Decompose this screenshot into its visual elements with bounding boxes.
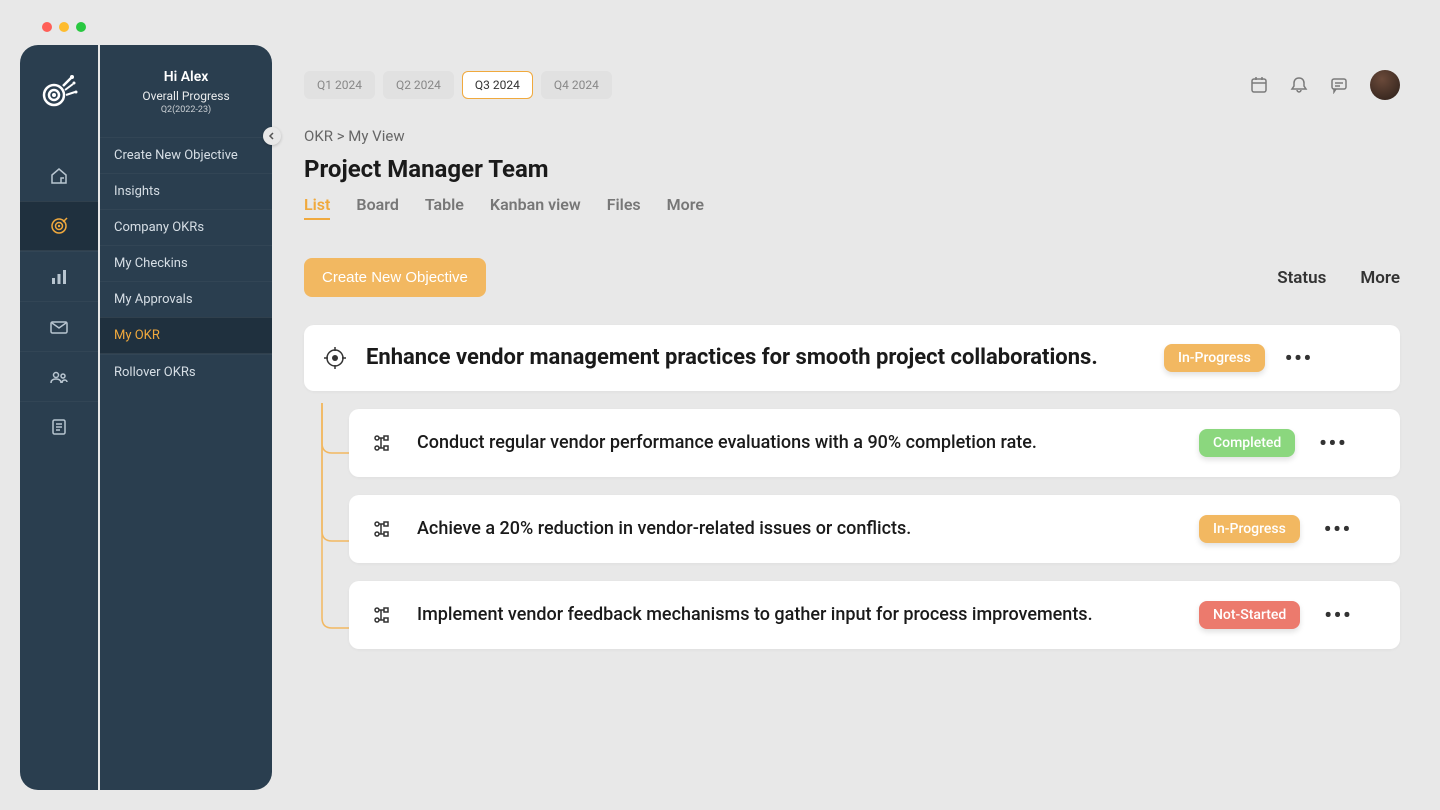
quarter-range: Q2(2022-23) xyxy=(110,105,262,115)
key-result-status-badge: Not-Started xyxy=(1199,601,1300,629)
sidebar-item-rollover-okrs[interactable]: Rollover OKRs xyxy=(100,354,272,390)
objective-title: Enhance vendor management practices for … xyxy=(366,343,1146,373)
more-options[interactable]: More xyxy=(1360,268,1400,288)
objective-more-button[interactable]: ••• xyxy=(1283,346,1315,370)
sub-nav-header: Hi Alex Overall Progress Q2(2022-23) xyxy=(100,63,272,131)
rail-item-home[interactable] xyxy=(20,151,98,201)
rail-item-report[interactable] xyxy=(20,401,98,451)
quarter-selector: Q1 2024 Q2 2024 Q3 2024 Q4 2024 xyxy=(304,71,612,99)
rail-item-mail[interactable] xyxy=(20,301,98,351)
tab-table[interactable]: Table xyxy=(425,195,464,220)
key-result-icon xyxy=(369,516,395,542)
user-avatar[interactable] xyxy=(1370,70,1400,100)
notification-icon[interactable] xyxy=(1290,76,1308,94)
key-result-card[interactable]: Implement vendor feedback mechanisms to … xyxy=(349,581,1400,649)
main-content: Q1 2024 Q2 2024 Q3 2024 Q4 2024 OKR > My Vi… xyxy=(272,45,1420,790)
key-result-title: Implement vendor feedback mechanisms to … xyxy=(417,602,1177,627)
objective-status-badge: In-Progress xyxy=(1164,344,1265,372)
tab-board[interactable]: Board xyxy=(356,195,398,220)
greeting: Hi Alex xyxy=(110,69,262,85)
rail-item-chart[interactable] xyxy=(20,251,98,301)
create-objective-button[interactable]: Create New Objective xyxy=(304,258,486,297)
quarter-q2-2024[interactable]: Q2 2024 xyxy=(383,71,454,99)
sidebar-item-my-checkins[interactable]: My Checkins xyxy=(100,245,272,281)
chat-icon[interactable] xyxy=(1330,76,1348,94)
sidebar-item-my-approvals[interactable]: My Approvals xyxy=(100,281,272,317)
key-result-title: Achieve a 20% reduction in vendor-relate… xyxy=(417,516,1177,541)
key-result-icon xyxy=(369,602,395,628)
key-result-card[interactable]: Conduct regular vendor performance evalu… xyxy=(349,409,1400,477)
close-window-icon[interactable] xyxy=(42,22,52,32)
minimize-window-icon[interactable] xyxy=(59,22,69,32)
tab-files[interactable]: Files xyxy=(607,195,641,220)
tab-more[interactable]: More xyxy=(667,195,704,220)
rail-item-people[interactable] xyxy=(20,351,98,401)
key-result-icon xyxy=(369,430,395,456)
sidebar-item-company-okrs[interactable]: Company OKRs xyxy=(100,209,272,245)
key-result-more-button[interactable]: ••• xyxy=(1322,603,1354,627)
quarter-q4-2024[interactable]: Q4 2024 xyxy=(541,71,612,99)
calendar-icon[interactable] xyxy=(1250,76,1268,94)
sidebar-item-my-okr[interactable]: My OKR xyxy=(100,317,272,354)
view-tabs: List Board Table Kanban view Files More xyxy=(304,195,1400,220)
objective-card[interactable]: Enhance vendor management practices for … xyxy=(304,325,1400,391)
maximize-window-icon[interactable] xyxy=(76,22,86,32)
window-controls xyxy=(42,22,86,32)
key-result-title: Conduct regular vendor performance evalu… xyxy=(417,430,1177,455)
quarter-q3-2024[interactable]: Q3 2024 xyxy=(462,71,533,99)
sidebar-item-insights[interactable]: Insights xyxy=(100,173,272,209)
sub-nav-panel: Hi Alex Overall Progress Q2(2022-23) Cre… xyxy=(100,45,272,790)
icon-rail xyxy=(20,45,98,790)
overall-progress-label: Overall Progress xyxy=(110,89,262,103)
quarter-q1-2024[interactable]: Q1 2024 xyxy=(304,71,375,99)
page-title: Project Manager Team xyxy=(304,155,1400,183)
key-result-status-badge: Completed xyxy=(1199,429,1295,457)
tab-kanban-view[interactable]: Kanban view xyxy=(490,195,581,220)
rail-item-target[interactable] xyxy=(20,201,98,251)
breadcrumb: OKR > My View xyxy=(304,127,1400,145)
key-result-status-badge: In-Progress xyxy=(1199,515,1300,543)
tab-list[interactable]: List xyxy=(304,195,330,220)
tree-connector xyxy=(320,403,350,703)
key-result-more-button[interactable]: ••• xyxy=(1322,517,1354,541)
key-result-more-button[interactable]: ••• xyxy=(1317,431,1349,455)
app-logo xyxy=(36,67,82,113)
key-result-card[interactable]: Achieve a 20% reduction in vendor-relate… xyxy=(349,495,1400,563)
sidebar-item-create-new-objective[interactable]: Create New Objective xyxy=(100,137,272,173)
status-filter[interactable]: Status xyxy=(1277,268,1326,288)
top-actions xyxy=(1250,70,1400,100)
objective-icon xyxy=(322,345,348,371)
